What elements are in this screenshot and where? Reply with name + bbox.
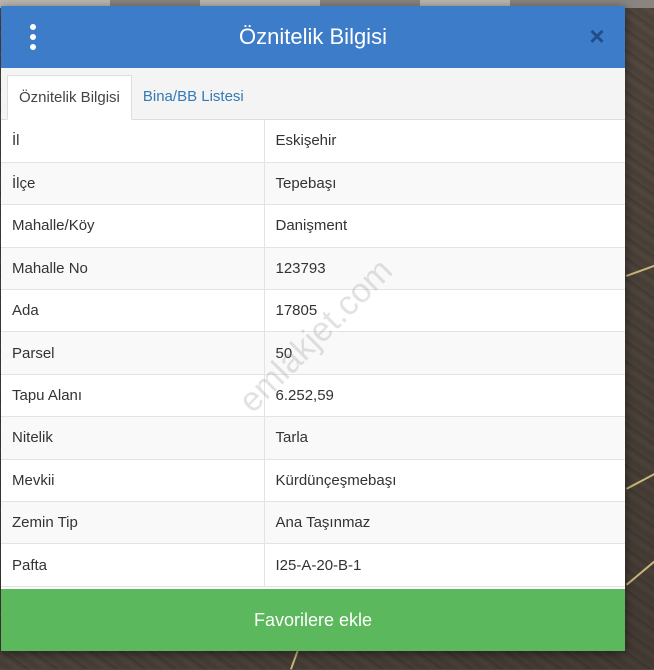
attribute-dialog: Öznitelik Bilgisi × Öznitelik Bilgisi Bi… — [1, 6, 625, 651]
attribute-key: Zemin Tip — [1, 501, 265, 545]
table-row: Mahalle/Köy Danişment — [1, 204, 625, 248]
attribute-key: Mahalle/Köy — [1, 204, 265, 248]
attribute-table: İl Eskişehir İlçe Tepebaşı Mahalle/Köy D… — [1, 120, 625, 587]
tab-building-list[interactable]: Bina/BB Listesi — [132, 74, 255, 119]
attribute-value: Kürdünçeşmebaşı — [264, 459, 625, 503]
table-row: Pafta I25-A-20-B-1 — [1, 543, 625, 587]
attribute-value: Danişment — [264, 204, 625, 248]
attribute-key: Nitelik — [1, 416, 265, 460]
table-row: Mevkii Kürdünçeşmebaşı — [1, 459, 625, 503]
attribute-key: Ada — [1, 289, 265, 333]
attribute-value: 17805 — [264, 289, 625, 333]
tab-attribute-info[interactable]: Öznitelik Bilgisi — [7, 75, 132, 120]
table-row: İlçe Tepebaşı — [1, 162, 625, 206]
add-to-favorites-button[interactable]: Favorilere ekle — [1, 589, 625, 651]
attribute-value: 50 — [264, 331, 625, 375]
attribute-key: Parsel — [1, 331, 265, 375]
attribute-value: 6.252,59 — [264, 374, 625, 418]
attribute-value: Eskişehir — [264, 120, 625, 163]
attribute-value: Ana Taşınmaz — [264, 501, 625, 545]
attribute-key: Mevkii — [1, 459, 265, 503]
attribute-value: Tarla — [264, 416, 625, 460]
attribute-key: İl — [1, 120, 265, 163]
tab-bar: Öznitelik Bilgisi Bina/BB Listesi — [1, 68, 625, 120]
close-icon[interactable]: × — [585, 23, 609, 49]
table-row: İl Eskişehir — [1, 120, 625, 163]
attribute-value: I25-A-20-B-1 — [264, 543, 625, 587]
table-row: Tapu Alanı 6.252,59 — [1, 374, 625, 418]
vertical-dots-icon[interactable] — [23, 24, 43, 50]
dialog-title: Öznitelik Bilgisi — [239, 24, 387, 49]
table-row: Zemin Tip Ana Taşınmaz — [1, 501, 625, 545]
table-row: Nitelik Tarla — [1, 416, 625, 460]
attribute-key: Pafta — [1, 543, 265, 587]
table-row: Mahalle No 123793 — [1, 247, 625, 291]
attribute-value: Tepebaşı — [264, 162, 625, 206]
attribute-key: Mahalle No — [1, 247, 265, 291]
attribute-key: İlçe — [1, 162, 265, 206]
table-row: Ada 17805 — [1, 289, 625, 333]
table-row: Parsel 50 — [1, 331, 625, 375]
attribute-value: 123793 — [264, 247, 625, 291]
attribute-key: Tapu Alanı — [1, 374, 265, 418]
dialog-header: Öznitelik Bilgisi × — [1, 6, 625, 68]
